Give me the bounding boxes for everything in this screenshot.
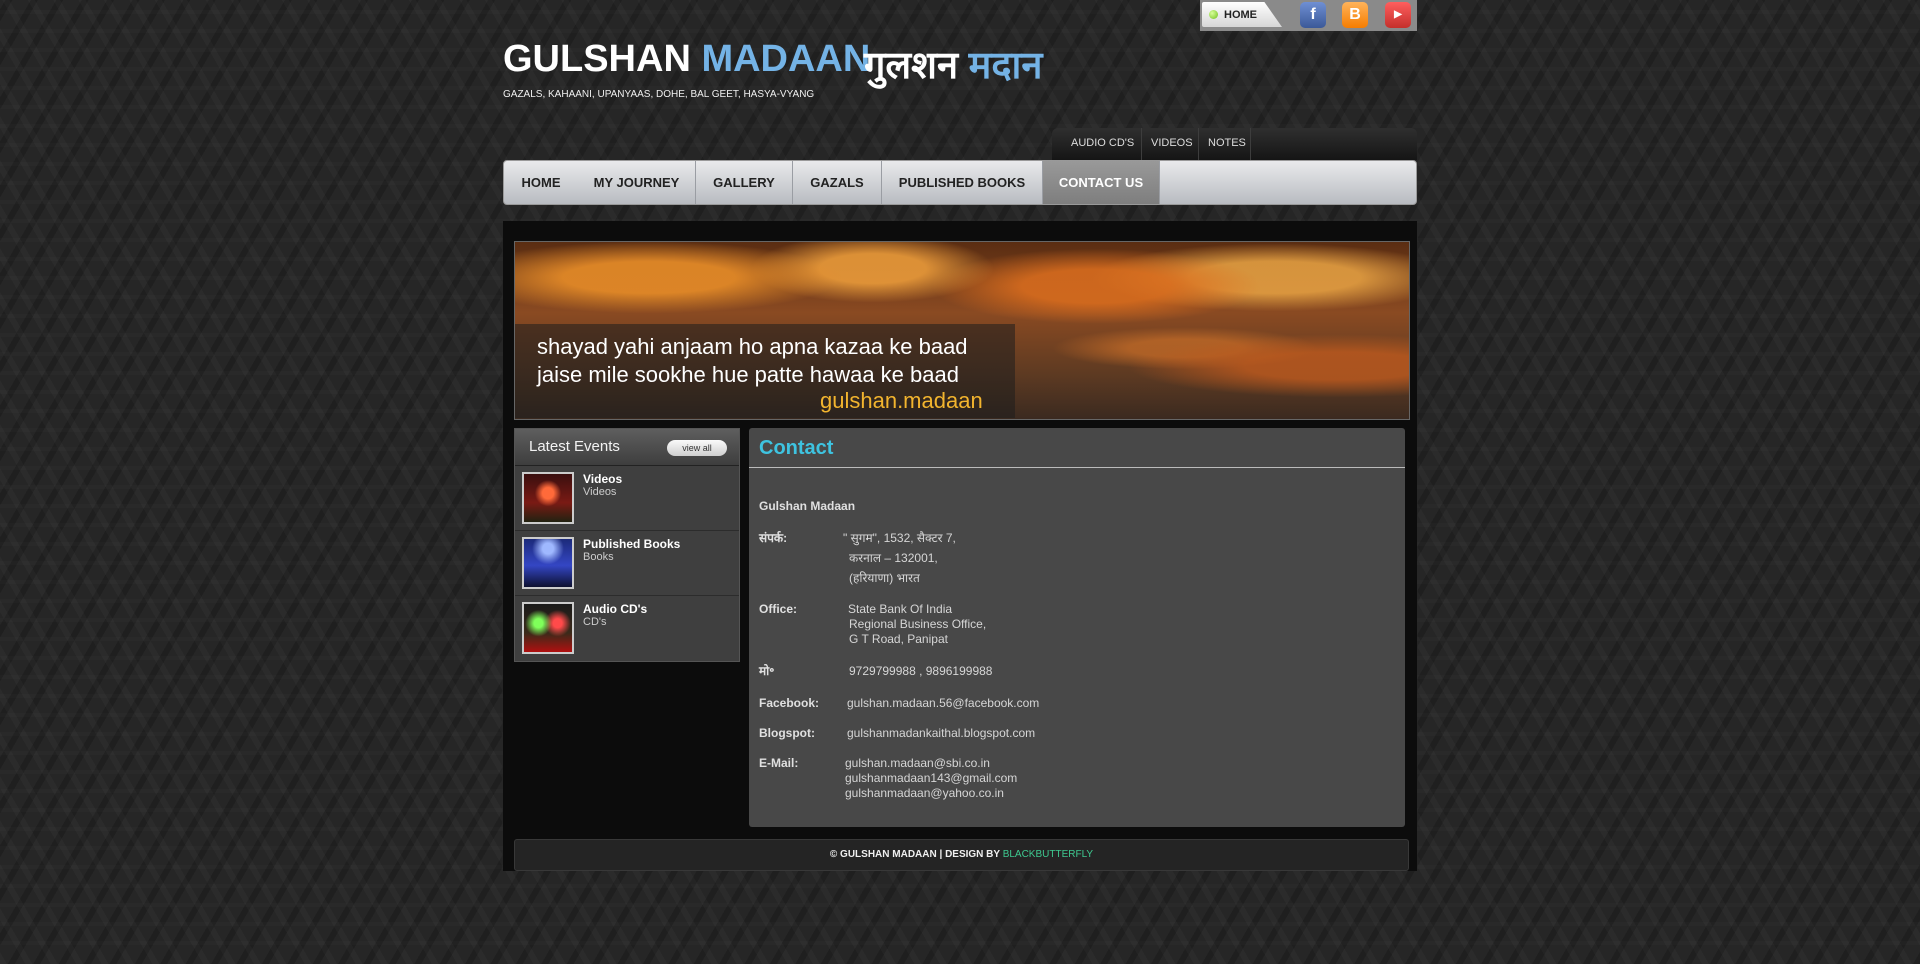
contact-title: Contact xyxy=(759,437,834,459)
secondary-nav: AUDIO CD'S VIDEOS NOTES xyxy=(1052,128,1417,160)
facebook-value[interactable]: gulshan.madaan.56@facebook.com xyxy=(847,696,1039,710)
event-item-audio-cds[interactable]: Audio CD's CD's xyxy=(515,596,739,660)
contact-panel: Contact Gulshan Madaan संपर्क: " सुगम", … xyxy=(749,428,1405,827)
event-item-videos[interactable]: Videos Videos xyxy=(515,466,739,531)
footer-designer-link[interactable]: BLACKBUTTERFLY xyxy=(1003,849,1093,860)
logo-hindi-last: मदान xyxy=(968,45,1043,87)
address-line-2: करनाल – 132001, xyxy=(849,551,938,565)
blogger-icon[interactable]: B xyxy=(1342,2,1368,28)
contact-divider xyxy=(749,467,1405,468)
view-all-button[interactable]: view all xyxy=(667,440,727,456)
top-home-label: HOME xyxy=(1224,9,1257,21)
event-subtitle: Books xyxy=(583,551,614,563)
banner-signature: gulshan.madaan xyxy=(820,388,983,413)
youtube-icon[interactable]: ▶ xyxy=(1385,2,1411,28)
site-logo-hindi[interactable]: गुलशन मदान xyxy=(864,38,1043,90)
events-title: Latest Events xyxy=(529,438,620,455)
logo-last-name: MADAAN xyxy=(701,38,871,80)
main-nav: HOME MY JOURNEY GALLERY GAZALS PUBLISHED… xyxy=(503,160,1417,205)
event-subtitle: Videos xyxy=(583,486,617,498)
top-bar: HOME f B ▶ xyxy=(1200,0,1417,31)
address-label: संपर्क: xyxy=(759,531,788,545)
footer-copyright: © GULSHAN MADAAN | DESIGN BY xyxy=(829,849,1000,860)
nav-divider xyxy=(1159,161,1160,204)
content-area: shayad yahi anjaam ho apna kazaa ke baad… xyxy=(503,221,1417,871)
subnav-divider xyxy=(1250,128,1251,160)
office-line-1: State Bank Of India xyxy=(848,602,953,616)
latest-events-panel: Latest Events view all Videos Videos Pub… xyxy=(514,428,740,662)
blogspot-label: Blogspot: xyxy=(759,726,815,740)
logo-first-name: GULSHAN xyxy=(503,38,691,80)
office-label: Office: xyxy=(759,602,798,616)
event-title[interactable]: Audio CD's xyxy=(583,602,647,616)
footer-text: © GULSHAN MADAAN | DESIGN BY BLACKBUTTER… xyxy=(515,849,1408,860)
nav-item-contact-us[interactable]: CONTACT US xyxy=(1043,161,1159,204)
site-logo[interactable]: GULSHAN MADAAN xyxy=(503,38,870,81)
email-label: E-Mail: xyxy=(759,756,799,770)
event-thumbnail[interactable] xyxy=(522,537,574,589)
address-line-3: (हरियाणा) भारत xyxy=(849,571,920,585)
mobile-value: 9729799988 , 9896199988 xyxy=(849,664,993,678)
office-line-3: G T Road, Panipat xyxy=(849,632,948,646)
event-title[interactable]: Videos xyxy=(583,472,622,486)
status-dot-icon xyxy=(1209,10,1218,19)
mobile-label: मो॰ xyxy=(759,664,775,678)
page-wrapper: HOME f B ▶ GULSHAN MADAAN गुलशन मदान GAZ… xyxy=(503,0,1417,964)
event-subtitle: CD's xyxy=(583,616,607,628)
events-header: Latest Events view all xyxy=(515,429,739,466)
nav-item-published-books[interactable]: PUBLISHED BOOKS xyxy=(882,161,1042,204)
event-item-published-books[interactable]: Published Books Books xyxy=(515,531,739,596)
banner-verse-line-2: jaise mile sookhe hue patte hawaa ke baa… xyxy=(537,362,959,387)
facebook-label: Facebook: xyxy=(759,696,820,710)
event-thumbnail[interactable] xyxy=(522,472,574,524)
site-tagline: GAZALS, KAHAANI, UPANYAAS, DOHE, BAL GEE… xyxy=(503,89,815,100)
email-value-3[interactable]: gulshanmadaan@yahoo.co.in xyxy=(845,786,1004,800)
banner-verse-line-1: shayad yahi anjaam ho apna kazaa ke baad xyxy=(537,334,968,359)
nav-item-gallery[interactable]: GALLERY xyxy=(696,161,792,204)
subnav-divider xyxy=(1198,128,1199,160)
office-line-2: Regional Business Office, xyxy=(849,617,987,631)
event-title[interactable]: Published Books xyxy=(583,537,680,551)
address-line-1: " सुगम", 1532, सैक्टर 7, xyxy=(843,531,956,545)
banner-image: shayad yahi anjaam ho apna kazaa ke baad… xyxy=(514,241,1410,420)
nav-item-gazals[interactable]: GAZALS xyxy=(793,161,881,204)
nav-item-home[interactable]: HOME xyxy=(504,161,578,204)
logo-hindi-first: गुलशन xyxy=(864,45,959,87)
event-thumbnail[interactable] xyxy=(522,602,574,654)
subnav-divider xyxy=(1141,128,1142,160)
footer: © GULSHAN MADAAN | DESIGN BY BLACKBUTTER… xyxy=(514,839,1409,871)
email-value-2[interactable]: gulshanmadaan143@gmail.com xyxy=(845,771,1017,785)
facebook-icon[interactable]: f xyxy=(1300,2,1326,28)
nav-item-my-journey[interactable]: MY JOURNEY xyxy=(578,161,695,204)
email-value-1[interactable]: gulshan.madaan@sbi.co.in xyxy=(845,756,990,770)
blogspot-value[interactable]: gulshanmadankaithal.blogspot.com xyxy=(847,726,1035,740)
contact-name: Gulshan Madaan xyxy=(759,499,856,513)
top-home-button[interactable]: HOME xyxy=(1202,2,1282,27)
